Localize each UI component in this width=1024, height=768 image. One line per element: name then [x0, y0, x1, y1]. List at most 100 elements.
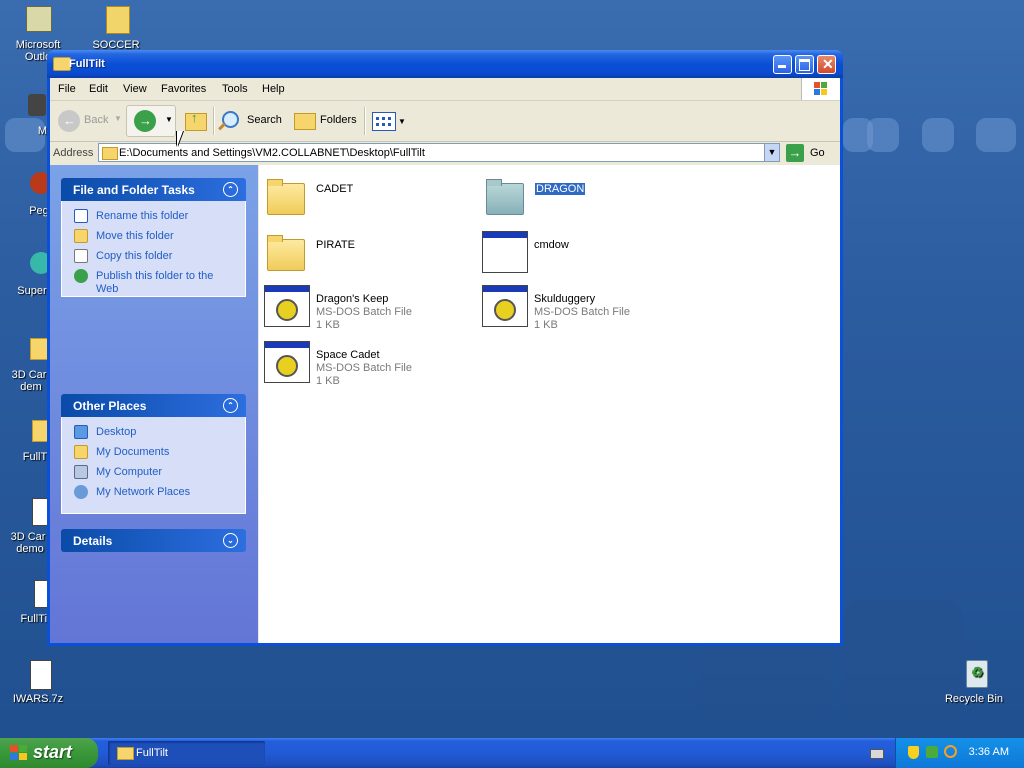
- title-bar[interactable]: FullTilt ✕: [47, 50, 843, 78]
- menu-bar: File Edit View Favorites Tools Help: [50, 78, 840, 101]
- desktop-link[interactable]: Desktop: [62, 423, 245, 443]
- folders-button[interactable]: Folders: [292, 109, 360, 133]
- back-button[interactable]: ← Back ▼: [56, 109, 122, 133]
- app-shortcut-icon: [12, 250, 52, 282]
- chevron-down-icon: ▼: [398, 117, 406, 126]
- folders-label: Folders: [320, 114, 357, 126]
- desktop-icon: [74, 425, 88, 439]
- item-name: Skulduggery: [534, 293, 596, 305]
- move-folder-icon: [74, 229, 88, 243]
- menu-edit[interactable]: Edit: [89, 83, 108, 95]
- archive-file-icon: [22, 658, 54, 690]
- start-button[interactable]: start: [0, 738, 98, 768]
- panel-title: File and Folder Tasks: [73, 183, 195, 197]
- batch-file-item[interactable]: Skulduggery MS-DOS Batch File 1 KB: [482, 285, 682, 335]
- search-button[interactable]: Search: [218, 109, 284, 133]
- taskbar-button-fulltilt[interactable]: FullTilt: [108, 741, 265, 765]
- my-documents-icon: [74, 445, 88, 459]
- my-computer-link[interactable]: My Computer: [62, 463, 245, 483]
- expand-chevron-icon[interactable]: ⌄: [223, 533, 238, 548]
- folder-icon: [483, 175, 527, 219]
- batch-file-item[interactable]: Space Cadet MS-DOS Batch File 1 KB: [264, 341, 464, 391]
- item-type: MS-DOS Batch File: [316, 362, 412, 374]
- views-button[interactable]: ▼: [370, 109, 406, 133]
- batch-file-icon: [482, 285, 528, 329]
- desktop-icon-label: Recycle Bin: [944, 693, 1004, 705]
- close-button[interactable]: ✕: [817, 55, 836, 74]
- desktop-background-tile: [922, 118, 954, 152]
- chevron-down-icon: ▼: [165, 115, 173, 124]
- zip-folder-icon: [100, 4, 132, 36]
- maximize-button[interactable]: [795, 55, 814, 74]
- link-label: Move this folder: [96, 230, 174, 242]
- start-label: start: [33, 742, 73, 762]
- batch-file-item[interactable]: Dragon's Keep MS-DOS Batch File 1 KB: [264, 285, 464, 335]
- link-label: My Computer: [96, 466, 163, 478]
- folder-icon: [117, 747, 134, 760]
- network-icon[interactable]: [926, 746, 938, 758]
- panel-header[interactable]: File and Folder Tasks ⌃: [61, 178, 246, 201]
- application-item[interactable]: cmdow: [482, 231, 682, 281]
- security-shield-icon[interactable]: [908, 746, 919, 759]
- panel-header[interactable]: Other Places ⌃: [61, 394, 246, 417]
- collapse-chevron-icon[interactable]: ⌃: [223, 398, 238, 413]
- item-name: CADET: [316, 183, 354, 195]
- my-network-places-link[interactable]: My Network Places: [62, 483, 245, 503]
- batch-file-icon: [8, 496, 52, 528]
- folder-icon: [264, 231, 308, 275]
- up-folder-button[interactable]: ↑: [183, 109, 209, 133]
- file-list: CADET DRAGON PIRATE cmdow Dragon's Keep …: [259, 165, 840, 643]
- panel-header[interactable]: Details ⌄: [61, 529, 246, 552]
- panel-title: Details: [73, 534, 113, 548]
- menu-file[interactable]: File: [58, 83, 76, 95]
- panel-body: Rename this folder Move this folder Copy…: [61, 201, 246, 297]
- go-button[interactable]: → Go: [786, 144, 836, 162]
- menu-favorites[interactable]: Favorites: [161, 83, 206, 95]
- back-label: Back: [84, 114, 109, 126]
- search-icon[interactable]: [944, 745, 957, 758]
- window-title: FullTilt: [69, 58, 105, 70]
- item-name: DRAGON: [535, 183, 586, 195]
- address-dropdown-button[interactable]: ▼: [764, 143, 780, 162]
- publish-folder-link[interactable]: Publish this folder to the Web: [62, 267, 245, 295]
- forward-button[interactable]: → ▼: [126, 105, 176, 137]
- forward-arrow-icon: →: [134, 110, 156, 132]
- menu-help[interactable]: Help: [262, 83, 285, 95]
- toolbar-separator: [364, 107, 366, 135]
- minimize-button[interactable]: [773, 55, 792, 74]
- menu-view[interactable]: View: [123, 83, 147, 95]
- desktop-icon-soccer[interactable]: SOCCER: [78, 4, 154, 51]
- folder-icon: [102, 147, 118, 160]
- my-documents-link[interactable]: My Documents: [62, 443, 245, 463]
- folder-item[interactable]: CADET: [264, 175, 464, 225]
- desktop-icon-recycle-bin[interactable]: ♻ Recycle Bin: [936, 658, 1012, 705]
- address-value: E:\Documents and Settings\VM2.COLLABNET\…: [119, 147, 425, 159]
- details-panel: Details ⌄: [61, 529, 246, 552]
- rename-folder-link[interactable]: Rename this folder: [62, 207, 245, 227]
- item-size: 1 KB: [316, 375, 340, 387]
- link-label: Desktop: [96, 426, 137, 438]
- file-and-folder-tasks-panel: File and Folder Tasks ⌃ Rename this fold…: [61, 178, 246, 297]
- move-folder-link[interactable]: Move this folder: [62, 227, 245, 247]
- desktop-background-tile: [976, 118, 1016, 152]
- link-label: Web: [96, 283, 119, 295]
- item-type: MS-DOS Batch File: [316, 306, 412, 318]
- desktop-icon-iwars[interactable]: IWARS.7z: [0, 658, 76, 705]
- batch-file-icon: [264, 341, 310, 385]
- batch-file-icon: [264, 285, 310, 329]
- go-arrow-icon: →: [786, 144, 804, 162]
- folder-item-selected[interactable]: DRAGON: [483, 175, 683, 225]
- folder-item[interactable]: PIRATE: [264, 231, 464, 281]
- address-input[interactable]: E:\Documents and Settings\VM2.COLLABNET\…: [98, 143, 780, 162]
- menu-tools[interactable]: Tools: [222, 83, 248, 95]
- collapse-chevron-icon[interactable]: ⌃: [223, 182, 238, 197]
- link-label: Rename this folder: [96, 210, 189, 222]
- folder-icon: [12, 416, 54, 448]
- my-computer-icon: [74, 465, 88, 479]
- app-shortcut-icon: [12, 90, 46, 122]
- copy-folder-link[interactable]: Copy this folder: [62, 247, 245, 267]
- item-name: cmdow: [534, 239, 569, 251]
- keyboard-icon[interactable]: [870, 749, 884, 759]
- desktop-background-tile: [867, 118, 899, 152]
- panel-body: Desktop My Documents My Computer My Netw…: [61, 417, 246, 514]
